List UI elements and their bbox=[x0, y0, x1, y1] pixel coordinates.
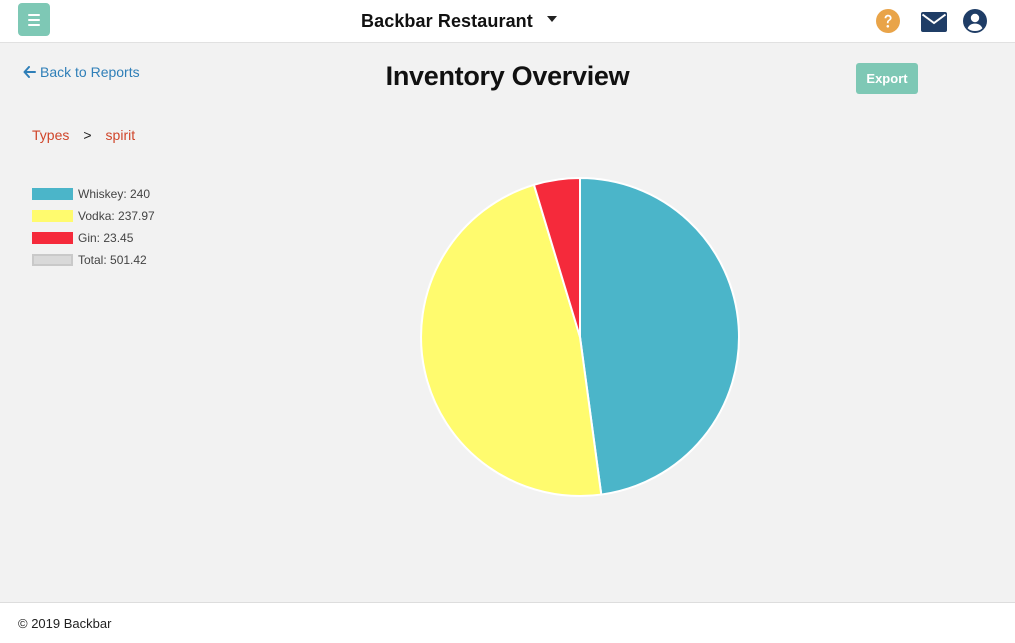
legend-swatch-gin bbox=[32, 232, 73, 244]
legend-item-vodka: Vodka: 237.97 bbox=[32, 205, 155, 227]
footer: © 2019 Backbar bbox=[0, 602, 1015, 643]
legend-swatch-whiskey bbox=[32, 188, 73, 200]
breadcrumb-separator: > bbox=[83, 127, 92, 143]
restaurant-selector[interactable]: Backbar Restaurant bbox=[361, 8, 557, 34]
legend-item-total: Total: 501.42 bbox=[32, 249, 155, 271]
export-button[interactable]: Export bbox=[856, 63, 918, 94]
pie-chart bbox=[420, 176, 740, 497]
pie-slice-whiskey[interactable] bbox=[579, 176, 740, 496]
breadcrumb: Types > spirit bbox=[32, 127, 135, 143]
top-bar: Backbar Restaurant bbox=[0, 0, 1015, 43]
legend-swatch-vodka bbox=[32, 210, 73, 222]
restaurant-name: Backbar Restaurant bbox=[361, 10, 533, 31]
legend-label-total: Total: 501.42 bbox=[78, 253, 147, 267]
menu-icon bbox=[28, 13, 40, 26]
help-icon[interactable] bbox=[875, 9, 901, 33]
legend-label-gin: Gin: 23.45 bbox=[78, 231, 134, 245]
breadcrumb-item-spirit[interactable]: spirit bbox=[106, 127, 136, 143]
legend-item-whiskey: Whiskey: 240 bbox=[32, 183, 155, 205]
menu-button[interactable] bbox=[18, 3, 50, 36]
copyright-text: © 2019 Backbar bbox=[18, 616, 112, 631]
legend-label-vodka: Vodka: 237.97 bbox=[78, 209, 155, 223]
legend-swatch-total bbox=[32, 254, 73, 266]
user-icon[interactable] bbox=[962, 9, 988, 33]
breadcrumb-item-types[interactable]: Types bbox=[32, 127, 69, 143]
caret-down-icon bbox=[546, 16, 557, 22]
legend-item-gin: Gin: 23.45 bbox=[32, 227, 155, 249]
mail-icon[interactable] bbox=[921, 10, 947, 34]
legend-label-whiskey: Whiskey: 240 bbox=[78, 187, 151, 201]
chart-legend: Whiskey: 240 Vodka: 237.97 Gin: 23.45 To… bbox=[32, 183, 155, 271]
